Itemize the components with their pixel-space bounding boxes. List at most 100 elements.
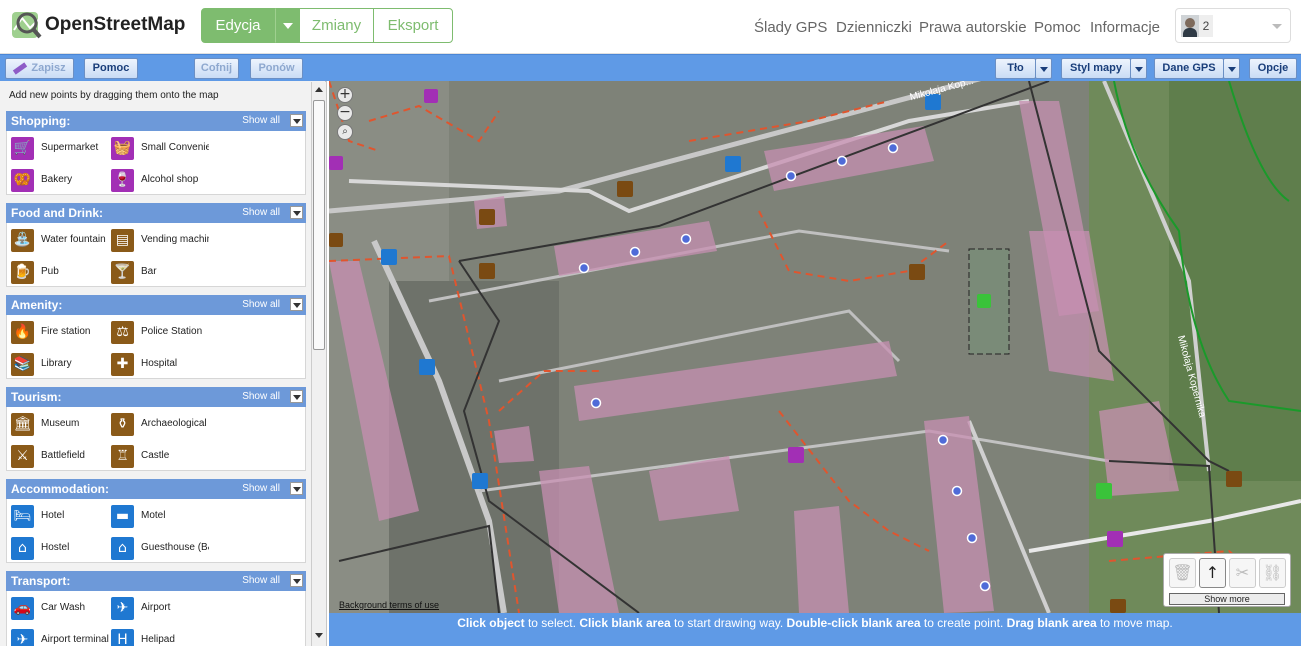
edit-button[interactable]: Edycja: [201, 8, 275, 43]
category-items: 🚗 Car Wash ✈ Airport ✈ Airport terminal H Helip…: [6, 591, 306, 646]
brand-name[interactable]: OpenStreetMap: [45, 14, 185, 36]
preset-item[interactable]: 🥨 Bakery: [9, 168, 109, 194]
category-items: ⛲ Water fountain ▤ Vending machine 🍺 Pub 🍸 Bar: [6, 223, 306, 287]
zoom-in-button[interactable]: +: [337, 87, 353, 103]
save-button[interactable]: Zapisz: [5, 58, 74, 79]
preset-item[interactable]: ▬ Motel: [109, 504, 209, 530]
scissors-icon[interactable]: ✂: [1229, 558, 1256, 588]
category-header[interactable]: Accommodation: Show all: [6, 479, 306, 499]
preset-label: Water fountain: [41, 234, 106, 245]
preset-item[interactable]: ⚱ Archaeological site: [109, 412, 209, 438]
category-section: Shopping: Show all 🛒 Supermarket 🧺 Small Conv…: [6, 111, 306, 195]
pretzel-icon: 🥨: [11, 169, 34, 192]
preset-item[interactable]: ⚖ Police Station: [109, 320, 209, 346]
link-chain-icon[interactable]: ⛓: [1259, 558, 1286, 588]
sidebar-hint: Add new points by dragging them onto the…: [9, 90, 219, 101]
preset-item[interactable]: ✈ Airport: [109, 596, 209, 622]
category-header[interactable]: Amenity: Show all: [6, 295, 306, 315]
chevron-down-icon[interactable]: [290, 390, 303, 403]
preset-item[interactable]: 🚗 Car Wash: [9, 596, 109, 622]
scroll-thumb[interactable]: [313, 100, 325, 350]
points-sidebar: Add new points by dragging them onto the…: [0, 81, 327, 646]
nav-gps-traces[interactable]: Ślady GPS: [754, 19, 827, 36]
show-all-link[interactable]: Show all: [242, 479, 280, 499]
preset-item[interactable]: 🍸 Bar: [109, 260, 209, 286]
undo-button[interactable]: Cofnij: [194, 58, 239, 79]
options-button[interactable]: Opcje: [1249, 58, 1297, 79]
category-header[interactable]: Shopping: Show all: [6, 111, 306, 131]
category-items: 🛒 Supermarket 🧺 Small Convenience 🥨 Bakery 🍷 Al…: [6, 131, 306, 195]
nav-about[interactable]: Informacje: [1090, 19, 1160, 36]
nav-diaries[interactable]: Dzienniczki: [836, 19, 912, 36]
nav-help[interactable]: Pomoc: [1034, 19, 1081, 36]
background-terms-link[interactable]: Background terms of use: [339, 600, 439, 610]
osm-logo-icon[interactable]: [10, 10, 42, 42]
preset-item[interactable]: 🍺 Pub: [9, 260, 109, 286]
category-header[interactable]: Transport: Show all: [6, 571, 306, 591]
edit-dropdown-button[interactable]: [275, 8, 300, 43]
preset-item[interactable]: 📚 Library: [9, 352, 109, 378]
chevron-down-icon[interactable]: [290, 298, 303, 311]
hint-text-1: to select.: [524, 616, 580, 630]
hostel-icon: ⌂: [11, 537, 34, 560]
hint-double-click: Double-click blank area: [786, 616, 921, 630]
preset-item[interactable]: ⛲ Water fountain: [9, 228, 109, 254]
help-button[interactable]: Pomoc: [84, 58, 138, 79]
background-button[interactable]: Tło: [995, 58, 1036, 79]
map-canvas[interactable]: + − ⌕ Mikołaja Kop... Mikołaja Kopernika…: [329, 81, 1301, 613]
show-all-link[interactable]: Show all: [242, 387, 280, 407]
chevron-down-icon[interactable]: [290, 114, 303, 127]
preset-item[interactable]: ✚ Hospital: [109, 352, 209, 378]
scroll-up-icon[interactable]: [312, 82, 326, 98]
background-dropdown[interactable]: [1035, 58, 1052, 79]
preset-item[interactable]: 🛒 Supermarket: [9, 136, 109, 162]
preset-item[interactable]: 🧺 Small Convenience: [109, 136, 209, 162]
airport-terminal-icon: ✈: [11, 629, 34, 646]
preset-item[interactable]: ⌂ Guesthouse (B&B): [109, 536, 209, 562]
preset-item[interactable]: 🍷 Alcohol shop: [109, 168, 209, 194]
show-all-link[interactable]: Show all: [242, 111, 280, 131]
preset-item[interactable]: 🏛 Museum: [9, 412, 109, 438]
redo-button[interactable]: Ponów: [250, 58, 303, 79]
avatar: [1181, 15, 1199, 37]
preset-label: Airport terminal: [41, 634, 109, 645]
show-all-link[interactable]: Show all: [242, 203, 280, 223]
car-wash-icon: 🚗: [11, 597, 34, 620]
preset-item[interactable]: ⌂ Hostel: [9, 536, 109, 562]
chevron-down-icon[interactable]: [290, 574, 303, 587]
show-more-button[interactable]: Show more: [1169, 593, 1285, 605]
preset-item[interactable]: ⚔ Battlefield: [9, 444, 109, 470]
gps-data-dropdown[interactable]: [1223, 58, 1240, 79]
show-all-link[interactable]: Show all: [242, 295, 280, 315]
nav-copyright[interactable]: Prawa autorskie: [919, 19, 1027, 36]
preset-label: Hospital: [141, 358, 178, 369]
show-all-link[interactable]: Show all: [242, 571, 280, 591]
chevron-down-icon[interactable]: [290, 482, 303, 495]
category-title: Transport:: [11, 574, 71, 588]
user-menu[interactable]: 2: [1175, 8, 1291, 43]
preset-item[interactable]: ♖ Castle: [109, 444, 209, 470]
search-icon[interactable]: ⌕: [337, 124, 353, 140]
arrow-up-icon[interactable]: ↑: [1199, 558, 1226, 588]
category-title: Shopping:: [11, 114, 71, 128]
map-style-dropdown[interactable]: [1130, 58, 1147, 79]
category-title: Food and Drink:: [11, 206, 103, 220]
map-style-button[interactable]: Styl mapy: [1061, 58, 1131, 79]
gps-data-button[interactable]: Dane GPS: [1154, 58, 1224, 79]
preset-item[interactable]: H Helipad: [109, 628, 209, 646]
preset-item[interactable]: ✈ Airport terminal: [9, 628, 109, 646]
zoom-out-button[interactable]: −: [337, 105, 353, 121]
preset-item[interactable]: ▤ Vending machine: [109, 228, 209, 254]
scroll-down-icon[interactable]: [312, 628, 326, 644]
category-header[interactable]: Tourism: Show all: [6, 387, 306, 407]
delete-tool-icon[interactable]: 🗑: [1169, 558, 1196, 588]
preset-item[interactable]: 🛏 Hotel: [9, 504, 109, 530]
category-header[interactable]: Food and Drink: Show all: [6, 203, 306, 223]
preset-label: Archaeological site: [141, 418, 209, 429]
hotel-icon: 🛏: [11, 505, 34, 528]
sidebar-scrollbar[interactable]: [311, 82, 326, 646]
preset-item[interactable]: 🔥 Fire station: [9, 320, 109, 346]
changes-button[interactable]: Zmiany: [299, 8, 374, 43]
export-button[interactable]: Eksport: [373, 8, 453, 43]
chevron-down-icon[interactable]: [290, 206, 303, 219]
